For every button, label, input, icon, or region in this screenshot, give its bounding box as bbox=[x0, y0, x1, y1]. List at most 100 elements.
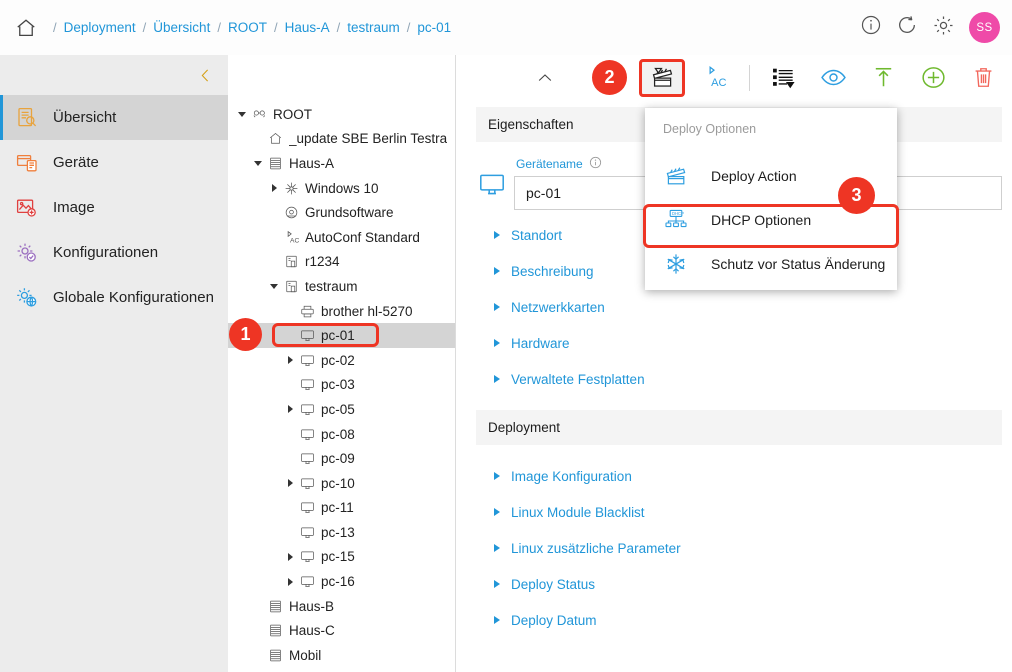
tree-node-pc-10[interactable]: pc-10 bbox=[228, 471, 455, 496]
trash-icon[interactable] bbox=[964, 61, 1002, 95]
tree-node-pc-05[interactable]: pc-05 bbox=[228, 397, 455, 422]
accordion-deploy-status[interactable]: Deploy Status bbox=[456, 566, 1012, 602]
menu-item-list: Deploy Action DHCP DHCP Optionen Schutz … bbox=[645, 154, 897, 286]
toolbar-divider bbox=[749, 64, 750, 91]
sidebar-item-konfigurationen[interactable]: Konfigurationen bbox=[0, 230, 228, 275]
accordion-image-konfiguration[interactable]: Image Konfiguration bbox=[456, 458, 1012, 494]
breadcrumb-item-testraum[interactable]: testraum bbox=[347, 20, 400, 35]
tree-node-label: pc-16 bbox=[321, 574, 355, 590]
tree-toggle-expanded-icon[interactable] bbox=[266, 283, 282, 289]
home-icon[interactable] bbox=[10, 12, 42, 44]
chevron-right-icon bbox=[494, 544, 500, 552]
upload-arrow-icon[interactable] bbox=[864, 61, 902, 95]
add-plus-icon[interactable] bbox=[914, 61, 952, 95]
accordion-hardware[interactable]: Hardware bbox=[456, 325, 1012, 361]
tree-node-label: brother hl-5270 bbox=[321, 303, 413, 319]
sidebar-item-label: Geräte bbox=[53, 154, 99, 171]
menu-item-label: Schutz vor Status Änderung bbox=[711, 256, 886, 272]
tree-toggle-collapsed-icon[interactable] bbox=[282, 577, 298, 586]
tree-node-grundsoftware[interactable]: Grundsoftware bbox=[228, 200, 455, 225]
tree-node-brother-hl-5270[interactable]: brother hl-5270 bbox=[228, 299, 455, 324]
accordion-netzwerkkarten[interactable]: Netzwerkkarten bbox=[456, 289, 1012, 325]
tree-node-autoconf-standard[interactable]: AC AutoConf Standard bbox=[228, 225, 455, 250]
tree-toggle-collapsed-icon[interactable] bbox=[282, 552, 298, 561]
tree-node-label: ROOT bbox=[273, 106, 312, 122]
tree-toggle-collapsed-icon[interactable] bbox=[282, 405, 298, 414]
tree-node-r1234[interactable]: r1234 bbox=[228, 250, 455, 275]
breadcrumb-item-root[interactable]: ROOT bbox=[228, 20, 267, 35]
info-icon[interactable] bbox=[860, 14, 882, 41]
sidebar-collapse-button[interactable] bbox=[0, 55, 228, 95]
tree-node-pc-03[interactable]: pc-03 bbox=[228, 373, 455, 398]
menu-title: Deploy Optionen bbox=[663, 122, 757, 136]
printer-icon bbox=[298, 304, 317, 319]
breadcrumb-item-haus-a[interactable]: Haus-A bbox=[285, 20, 330, 35]
accordion-linux-zusätzliche-parameter[interactable]: Linux zusätzliche Parameter bbox=[456, 530, 1012, 566]
list-filter-icon[interactable] bbox=[764, 61, 802, 95]
breadcrumb-item-pc-01[interactable]: pc-01 bbox=[417, 20, 451, 35]
eye-icon[interactable] bbox=[814, 61, 852, 95]
accordion-deploy-datum[interactable]: Deploy Datum bbox=[456, 602, 1012, 638]
tree-node-pc-09[interactable]: pc-09 bbox=[228, 446, 455, 471]
tree-toggle-collapsed-icon[interactable] bbox=[282, 479, 298, 488]
breadcrumb-item-deployment[interactable]: Deployment bbox=[64, 20, 136, 35]
overview-document-search-icon bbox=[14, 105, 40, 131]
tree-toggle-expanded-icon[interactable] bbox=[234, 111, 250, 117]
tree-node-pc-11[interactable]: pc-11 bbox=[228, 496, 455, 521]
autoconf-ac-icon[interactable]: AC bbox=[697, 61, 735, 95]
tree-node-haus-c[interactable]: Haus-C bbox=[228, 618, 455, 643]
tree-node-mobil[interactable]: Mobil bbox=[228, 643, 455, 668]
tree-node-label: Haus-A bbox=[289, 155, 335, 171]
collapse-up-icon[interactable] bbox=[526, 61, 564, 95]
room-icon bbox=[282, 279, 301, 294]
accordion-label: Hardware bbox=[511, 335, 570, 351]
menu-item-schutz-vor-status-aenderung[interactable]: Schutz vor Status Änderung bbox=[645, 242, 897, 286]
toolbar-deploy-button[interactable] bbox=[639, 58, 685, 97]
gear-icon[interactable] bbox=[932, 14, 955, 42]
sidebar-item-globale-konfigurationen[interactable]: Globale Konfigurationen bbox=[0, 275, 228, 320]
refresh-icon[interactable] bbox=[896, 14, 918, 41]
accordion-verwaltete-festplatten[interactable]: Verwaltete Festplatten bbox=[456, 361, 1012, 397]
breadcrumb-separator-2: / bbox=[217, 20, 221, 35]
tree-node-pc-01[interactable]: pc-01 bbox=[228, 323, 455, 348]
top-bar-actions: SS bbox=[860, 0, 1000, 55]
tree-node-pc-08[interactable]: pc-08 bbox=[228, 422, 455, 447]
sidebar-item-geraete[interactable]: Geräte bbox=[0, 140, 228, 185]
software-icon bbox=[282, 205, 301, 220]
svg-text:AC: AC bbox=[711, 77, 726, 89]
sidebar: Übersicht Geräte Image Konfigurationen G… bbox=[0, 55, 228, 672]
sidebar-item-image[interactable]: Image bbox=[0, 185, 228, 230]
accordion-label: Deploy Datum bbox=[511, 612, 597, 628]
monitor-icon bbox=[298, 476, 317, 491]
tree-toggle-collapsed-icon[interactable] bbox=[266, 184, 282, 193]
tree-node-pc-13[interactable]: pc-13 bbox=[228, 520, 455, 545]
tree-node-pc-15[interactable]: pc-15 bbox=[228, 545, 455, 570]
tree-node-pc-16[interactable]: pc-16 bbox=[228, 569, 455, 594]
monitor-icon bbox=[298, 500, 317, 515]
tree-node-testraum[interactable]: testraum bbox=[228, 274, 455, 299]
tree-node-haus-a[interactable]: Haus-A bbox=[228, 151, 455, 176]
building-icon bbox=[266, 648, 285, 663]
building-icon bbox=[266, 599, 285, 614]
home-small-icon bbox=[266, 131, 285, 146]
tree-toggle-expanded-icon[interactable] bbox=[250, 160, 266, 166]
tree-node-root[interactable]: ROOT bbox=[228, 102, 455, 127]
chevron-right-icon bbox=[494, 375, 500, 383]
sidebar-item-label: Übersicht bbox=[53, 109, 117, 126]
tree-node-update-sbe-berlin-testra[interactable]: _update SBE Berlin Testra bbox=[228, 127, 455, 152]
accordion-label: Netzwerkkarten bbox=[511, 299, 605, 315]
monitor-icon bbox=[478, 170, 514, 210]
device-tree: ROOT _update SBE Berlin Testra Haus-A Wi… bbox=[228, 100, 455, 668]
tree-node-haus-b[interactable]: Haus-B bbox=[228, 594, 455, 619]
tree-node-pc-02[interactable]: pc-02 bbox=[228, 348, 455, 373]
tree-toggle-collapsed-icon[interactable] bbox=[282, 356, 298, 365]
info-circle-icon[interactable] bbox=[589, 156, 602, 172]
chevron-right-icon bbox=[494, 616, 500, 624]
accordion-label: Linux zusätzliche Parameter bbox=[511, 540, 681, 556]
tree-node-label: pc-13 bbox=[321, 524, 355, 540]
tree-node-windows-10[interactable]: Windows 10 bbox=[228, 176, 455, 201]
breadcrumb-item-uebersicht[interactable]: Übersicht bbox=[153, 20, 210, 35]
avatar[interactable]: SS bbox=[969, 12, 1000, 43]
sidebar-item-uebersicht[interactable]: Übersicht bbox=[0, 95, 228, 140]
accordion-linux-module-blacklist[interactable]: Linux Module Blacklist bbox=[456, 494, 1012, 530]
